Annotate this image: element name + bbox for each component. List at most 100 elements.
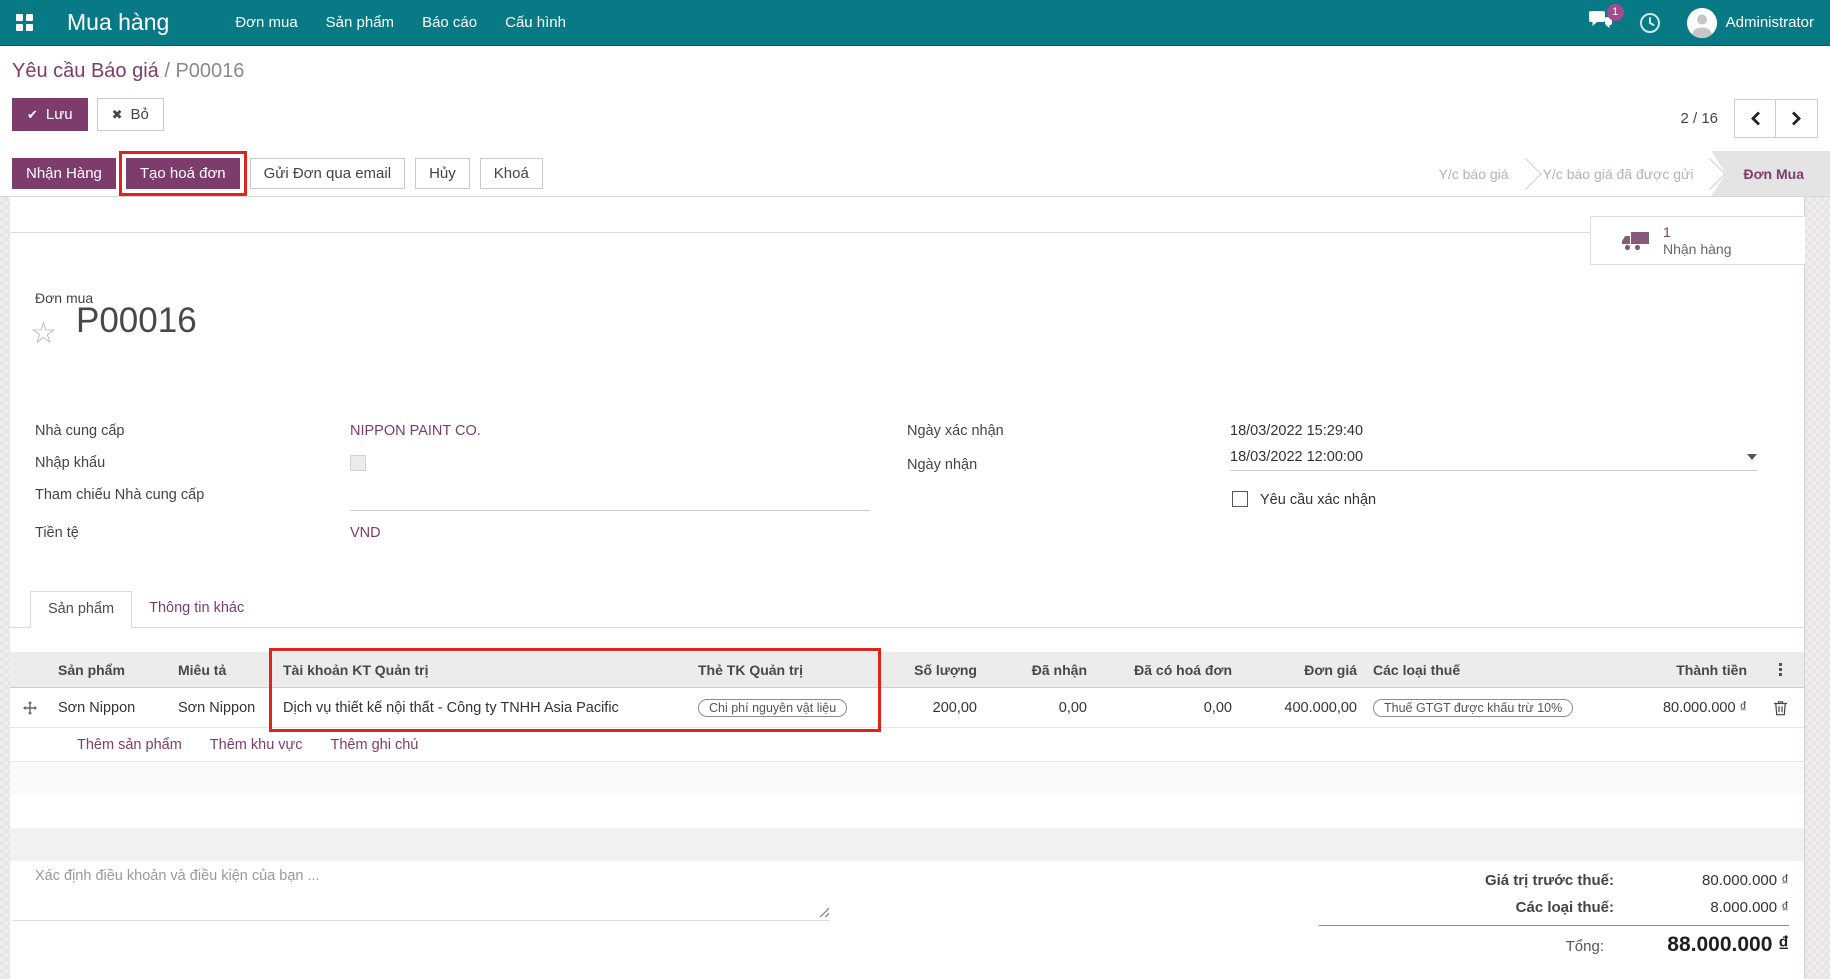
top-navbar: Mua hàng Đơn mua Sản phẩm Báo cáo Cấu hì…	[0, 0, 1830, 46]
receipt-smart-button[interactable]: 1 Nhận hàng	[1590, 216, 1805, 265]
import-label: Nhập khẩu	[35, 455, 105, 471]
chevron-left-icon	[1750, 111, 1761, 126]
vendor-label: Nhà cung cấp	[35, 423, 124, 439]
messages-icon[interactable]: 1	[1588, 10, 1613, 36]
col-header-subtotal[interactable]: Thành tiền	[1610, 662, 1755, 678]
statusbar-step-purchase-order[interactable]: Đơn Mua	[1711, 151, 1830, 196]
save-button[interactable]: ✔ Lưu	[12, 98, 88, 131]
tab-products[interactable]: Sản phẩm	[30, 591, 132, 628]
optional-columns-toggle[interactable]	[1755, 663, 1805, 676]
pager-previous-button[interactable]	[1734, 99, 1776, 138]
totals-divider	[1319, 925, 1789, 926]
drag-handle[interactable]	[10, 701, 50, 715]
cell-subtotal: 80.000.000 ₫	[1610, 700, 1755, 716]
chevron-down-icon	[1747, 454, 1757, 460]
cancel-button[interactable]: Hủy	[415, 158, 470, 189]
discard-button[interactable]: ✖ Bỏ	[97, 98, 164, 131]
nav-item-configuration[interactable]: Cấu hình	[503, 11, 568, 34]
nav-item-reporting[interactable]: Báo cáo	[420, 11, 479, 34]
cell-description[interactable]: Sơn Nippon	[170, 700, 275, 716]
cell-product[interactable]: Sơn Nippon	[50, 700, 170, 716]
vendor-reference-label: Tham chiếu Nhà cung cấp	[35, 487, 204, 503]
table-header-row: Sản phẩm Miêu tả Tài khoản KT Quản trị T…	[10, 652, 1804, 688]
pager-count: 2 / 16	[1680, 110, 1718, 127]
navbar-right: 1 Administrator	[1588, 8, 1814, 38]
cell-analytic-tag[interactable]: Chi phí nguyên vật liệu	[690, 699, 875, 717]
statusbar-chevron-icon	[1525, 151, 1527, 196]
nav-item-products[interactable]: Sản phẩm	[324, 11, 396, 34]
col-header-received[interactable]: Đã nhận	[985, 662, 1095, 678]
activities-clock-icon[interactable]	[1639, 12, 1661, 34]
tax-pill[interactable]: Thuế GTGT được khấu trừ 10%	[1373, 699, 1573, 717]
col-header-product[interactable]: Sản phẩm	[50, 662, 170, 678]
control-panel: Yêu cầu Báo giá / P00016 ✔ Lưu ✖ Bỏ 2 / …	[0, 46, 1830, 197]
order-lines-table: Sản phẩm Miêu tả Tài khoản KT Quản trị T…	[10, 652, 1804, 861]
add-note-link[interactable]: Thêm ghi chú	[331, 737, 419, 753]
col-header-description[interactable]: Miêu tả	[170, 662, 275, 678]
create-invoice-button[interactable]: Tạo hoá đơn	[126, 158, 240, 189]
cell-quantity[interactable]: 200,00	[875, 700, 985, 716]
favorite-star-icon[interactable]: ☆	[30, 319, 57, 349]
send-by-email-button[interactable]: Gửi Đơn qua email	[250, 158, 405, 189]
pager: 2 / 16	[1680, 99, 1818, 138]
button-box-divider	[10, 232, 1590, 233]
cell-taxes[interactable]: Thuế GTGT được khấu trừ 10%	[1365, 699, 1610, 717]
check-icon: ✔	[27, 107, 38, 123]
move-icon	[23, 701, 37, 715]
user-menu[interactable]: Administrator	[1687, 8, 1814, 38]
col-header-unit-price[interactable]: Đơn giá	[1240, 662, 1365, 678]
totals-panel: Giá trị trước thuế: 80.000.000 ₫ Các loạ…	[1319, 867, 1789, 962]
order-line-row[interactable]: Sơn Nippon Sơn Nippon Dịch vụ thiết kế n…	[10, 688, 1804, 728]
col-header-analytic-account[interactable]: Tài khoản KT Quản trị	[275, 662, 690, 678]
receipt-count: 1	[1663, 224, 1732, 241]
col-header-quantity[interactable]: Số lượng	[875, 662, 985, 678]
delete-line-button[interactable]	[1755, 700, 1805, 716]
cell-analytic-account[interactable]: Dịch vụ thiết kế nội thất - Công ty TNHH…	[275, 700, 690, 716]
nav-item-orders[interactable]: Đơn mua	[233, 11, 299, 34]
empty-row-stripe	[10, 762, 1804, 795]
user-name: Administrator	[1726, 14, 1814, 31]
pager-next-button[interactable]	[1776, 99, 1818, 138]
ask-confirmation-checkbox[interactable]	[1232, 491, 1248, 507]
add-section-link[interactable]: Thêm khu vực	[210, 737, 303, 753]
col-header-analytic-tag[interactable]: Thẻ TK Quản trị	[690, 662, 875, 678]
cell-unit-price[interactable]: 400.000,00	[1240, 700, 1365, 716]
untaxed-amount-label: Giá trị trước thuế:	[1485, 872, 1614, 889]
add-product-link[interactable]: Thêm sản phẩm	[77, 737, 182, 753]
col-header-taxes[interactable]: Các loại thuế	[1365, 662, 1610, 678]
untaxed-amount-value: 80.000.000 ₫	[1614, 872, 1789, 889]
empty-row-stripe	[10, 828, 1804, 861]
ask-confirmation-label: Yêu cầu xác nhận	[1260, 492, 1376, 508]
cell-billed[interactable]: 0,00	[1095, 700, 1240, 716]
tab-other-info[interactable]: Thông tin khác	[132, 591, 261, 627]
resize-handle-icon[interactable]	[818, 906, 829, 917]
taxes-label: Các loại thuế:	[1516, 899, 1614, 916]
receive-products-button[interactable]: Nhận Hàng	[12, 158, 116, 189]
apps-grid-icon[interactable]	[16, 14, 33, 31]
receipt-date-input[interactable]: 18/03/2022 12:00:00	[1230, 449, 1757, 471]
statusbar-step-rfq-sent[interactable]: Y/c báo giá đã được gửi	[1527, 151, 1710, 196]
messages-count-badge: 1	[1607, 4, 1624, 21]
form-sheet: 1 Nhận hàng Đơn mua ☆ P00016 Nhà cung cấ…	[10, 197, 1805, 979]
import-checkbox[interactable]	[350, 455, 366, 471]
breadcrumb-separator: /	[164, 60, 170, 82]
currency-value[interactable]: VND	[350, 525, 381, 541]
vendor-reference-input[interactable]	[350, 485, 870, 511]
edit-buttons: ✔ Lưu ✖ Bỏ	[12, 98, 164, 131]
total-value: 88.000.000 ₫	[1604, 933, 1789, 957]
lock-button[interactable]: Khoá	[480, 158, 543, 189]
avatar	[1687, 8, 1717, 38]
app-name[interactable]: Mua hàng	[67, 9, 169, 36]
close-icon: ✖	[112, 107, 123, 123]
document-name: P00016	[76, 301, 197, 341]
terms-notes-textarea[interactable]: Xác định điều khoản và điều kiện của bạn…	[12, 863, 830, 921]
notes-placeholder: Xác định điều khoản và điều kiện của bạn…	[12, 863, 830, 884]
analytic-tag-pill[interactable]: Chi phí nguyên vật liệu	[698, 699, 847, 717]
col-header-billed[interactable]: Đã có hoá đơn	[1095, 662, 1240, 678]
breadcrumb-parent-link[interactable]: Yêu cầu Báo giá	[12, 60, 159, 82]
vendor-value[interactable]: NIPPON PAINT CO.	[350, 423, 481, 439]
breadcrumb-current: P00016	[175, 60, 244, 82]
cell-received[interactable]: 0,00	[985, 700, 1095, 716]
notebook-tabs: Sản phẩm Thông tin khác	[10, 591, 1804, 628]
table-footer-links: Thêm sản phẩm Thêm khu vực Thêm ghi chú	[10, 728, 1804, 762]
